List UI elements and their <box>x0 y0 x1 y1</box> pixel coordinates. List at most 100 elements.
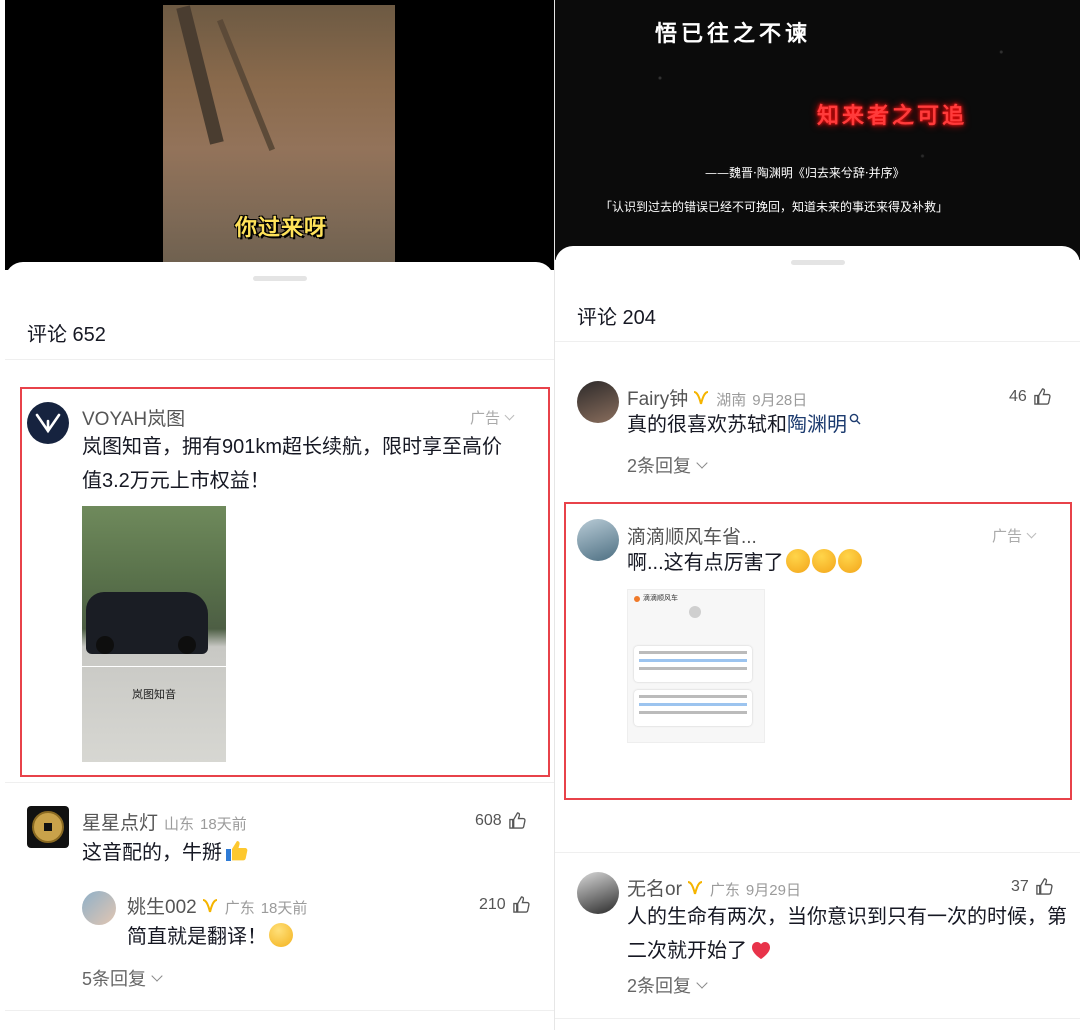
username[interactable]: Fairy钟 <box>627 389 688 410</box>
divider <box>555 1018 1080 1019</box>
like-button[interactable]: 37 <box>1011 877 1054 896</box>
reply-text: 简直就是翻译！ <box>127 920 293 954</box>
drag-handle[interactable] <box>790 260 845 265</box>
badge-icon <box>687 881 703 895</box>
video-player[interactable]: 悟已往之不谏 知来者之可追 ——魏晋·陶渊明《归去来兮辞·并序》 「认识到过去的… <box>555 0 1080 260</box>
comment-text-content: 啊...这有点厉害了 <box>627 552 784 574</box>
location: 湖南 <box>716 392 747 409</box>
ad-label[interactable]: 广告 <box>992 525 1037 546</box>
comment-text-line: 二次就开始了 <box>627 934 1072 968</box>
divider <box>82 666 226 667</box>
username[interactable]: 无名or <box>627 879 682 900</box>
poem-source: ——魏晋·陶渊明《归去来兮辞·并序》 <box>705 166 905 180</box>
expand-replies-button[interactable]: 5条回复 <box>82 965 163 991</box>
heart-eyes-emoji-icon <box>837 549 862 573</box>
ad-image[interactable]: 滴滴顺风车 <box>627 589 765 743</box>
comment-text: 这音配的，牛掰 <box>82 836 249 870</box>
ad-label-text: 广告 <box>470 410 501 427</box>
expand-replies-button[interactable]: 2条回复 <box>627 972 708 998</box>
comment-text: 人的生命有两次，当你意识到只有一次的时候，第 二次就开始了 <box>627 900 1072 968</box>
message-bubble <box>634 646 752 682</box>
avatar[interactable] <box>577 519 619 561</box>
like-button[interactable]: 46 <box>1009 387 1052 406</box>
comment-text: 真的很喜欢苏轼和陶渊明 <box>627 408 861 442</box>
drag-handle[interactable] <box>252 276 307 281</box>
comment-text-content: 二次就开始了 <box>627 940 747 962</box>
comment-text: 岚图知音，拥有901km超长续航，限时享至高价 值3.2万元上市权益！ <box>82 430 542 498</box>
avatar[interactable] <box>27 402 69 444</box>
username[interactable]: 星星点灯 <box>82 813 158 834</box>
comment-header: Fairy钟 湖南 9月28日 <box>627 384 807 411</box>
video-background <box>555 0 1080 260</box>
right-screenshot: 悟已往之不谏 知来者之可追 ——魏晋·陶渊明《归去来兮辞·并序》 「认识到过去的… <box>555 0 1080 1030</box>
thumbs-up-emoji-icon <box>226 841 248 861</box>
thumbs-up-icon <box>1034 388 1051 405</box>
like-count: 46 <box>1009 387 1027 405</box>
comment-text-line: 岚图知音，拥有901km超长续航，限时享至高价 <box>82 436 503 458</box>
comment-sheet: 评论 204 Fairy钟 湖南 9月28日 46 真的很喜欢苏轼和陶渊明 2条回复… <box>555 246 1080 1030</box>
ad-image[interactable]: 岚图知音 <box>82 506 226 762</box>
chevron-down-icon <box>696 456 708 469</box>
replies-count: 5条回复 <box>82 969 147 989</box>
profile-icon <box>689 606 701 618</box>
comment-text-content: 真的很喜欢苏轼和 <box>627 414 787 436</box>
reply-header: 姚生002 广东 18天前 <box>127 892 307 919</box>
like-button[interactable]: 210 <box>479 895 531 914</box>
comment-text: 啊...这有点厉害了 <box>627 546 862 580</box>
laughing-crying-emoji-icon <box>269 923 293 947</box>
heart-eyes-emoji-icon <box>811 549 836 573</box>
username[interactable]: 姚生002 <box>127 897 197 918</box>
video-player[interactable]: 你过来呀 <box>5 0 554 270</box>
left-screenshot: 你过来呀 评论 652 VOYAH岚图 广告 岚图知音，拥有901km超长续航，… <box>0 0 554 1030</box>
didi-logo-icon <box>634 596 640 602</box>
image-title: 滴滴顺风车 <box>643 595 678 602</box>
reply-text-content: 简直就是翻译！ <box>127 926 267 948</box>
message-bubble <box>634 690 752 726</box>
comments-title: 评论 652 <box>27 324 106 346</box>
chevron-down-icon <box>504 410 515 421</box>
replies-count: 2条回复 <box>627 976 692 996</box>
coin-icon <box>32 811 64 843</box>
avatar[interactable] <box>577 872 619 914</box>
ad-label-text: 广告 <box>992 528 1023 545</box>
thumbs-up-icon <box>1036 878 1053 895</box>
like-button[interactable]: 608 <box>475 811 527 830</box>
search-icon[interactable] <box>849 413 861 425</box>
ad-label[interactable]: 广告 <box>470 407 515 428</box>
username[interactable]: 滴滴顺风车省... <box>627 522 757 549</box>
location: 山东 <box>164 816 195 833</box>
divider <box>5 782 554 783</box>
comment-text-line: 值3.2万元上市权益！ <box>82 470 270 492</box>
username[interactable]: VOYAH岚图 <box>82 404 185 431</box>
poem-line-2: 知来者之可追 <box>817 103 968 129</box>
topic-link[interactable]: 陶渊明 <box>787 414 847 436</box>
car-wheel <box>96 636 114 654</box>
thumbs-up-icon <box>512 896 530 913</box>
chevron-down-icon <box>151 969 163 982</box>
timestamp: 18天前 <box>260 900 308 917</box>
badge-icon <box>694 391 709 405</box>
timestamp: 18天前 <box>200 816 247 833</box>
avatar[interactable] <box>577 381 619 423</box>
chevron-down-icon <box>696 976 708 989</box>
comment-header: 无名or 广东 9月29日 <box>627 874 801 901</box>
tree-branch <box>216 18 276 152</box>
video-subtitle: 你过来呀 <box>235 215 328 240</box>
voyah-logo-icon <box>35 413 61 434</box>
poem-translation: 「认识到过去的错误已经不可挽回，知道未来的事还来得及补救」 <box>600 200 949 214</box>
comment-sheet: 评论 652 VOYAH岚图 广告 岚图知音，拥有901km超长续航，限时享至高… <box>5 262 554 1030</box>
divider <box>555 852 1080 853</box>
avatar[interactable] <box>82 891 116 925</box>
divider <box>5 359 554 360</box>
chevron-down-icon <box>1026 528 1037 539</box>
divider <box>5 1010 554 1011</box>
tree-trunk <box>176 5 224 145</box>
car-wheel <box>178 636 196 654</box>
location: 广东 <box>224 900 255 917</box>
replies-count: 2条回复 <box>627 456 692 476</box>
like-count: 210 <box>479 895 506 913</box>
avatar[interactable] <box>27 806 69 848</box>
location: 广东 <box>709 882 740 899</box>
expand-replies-button[interactable]: 2条回复 <box>627 452 708 478</box>
thumbs-up-icon <box>508 812 526 829</box>
